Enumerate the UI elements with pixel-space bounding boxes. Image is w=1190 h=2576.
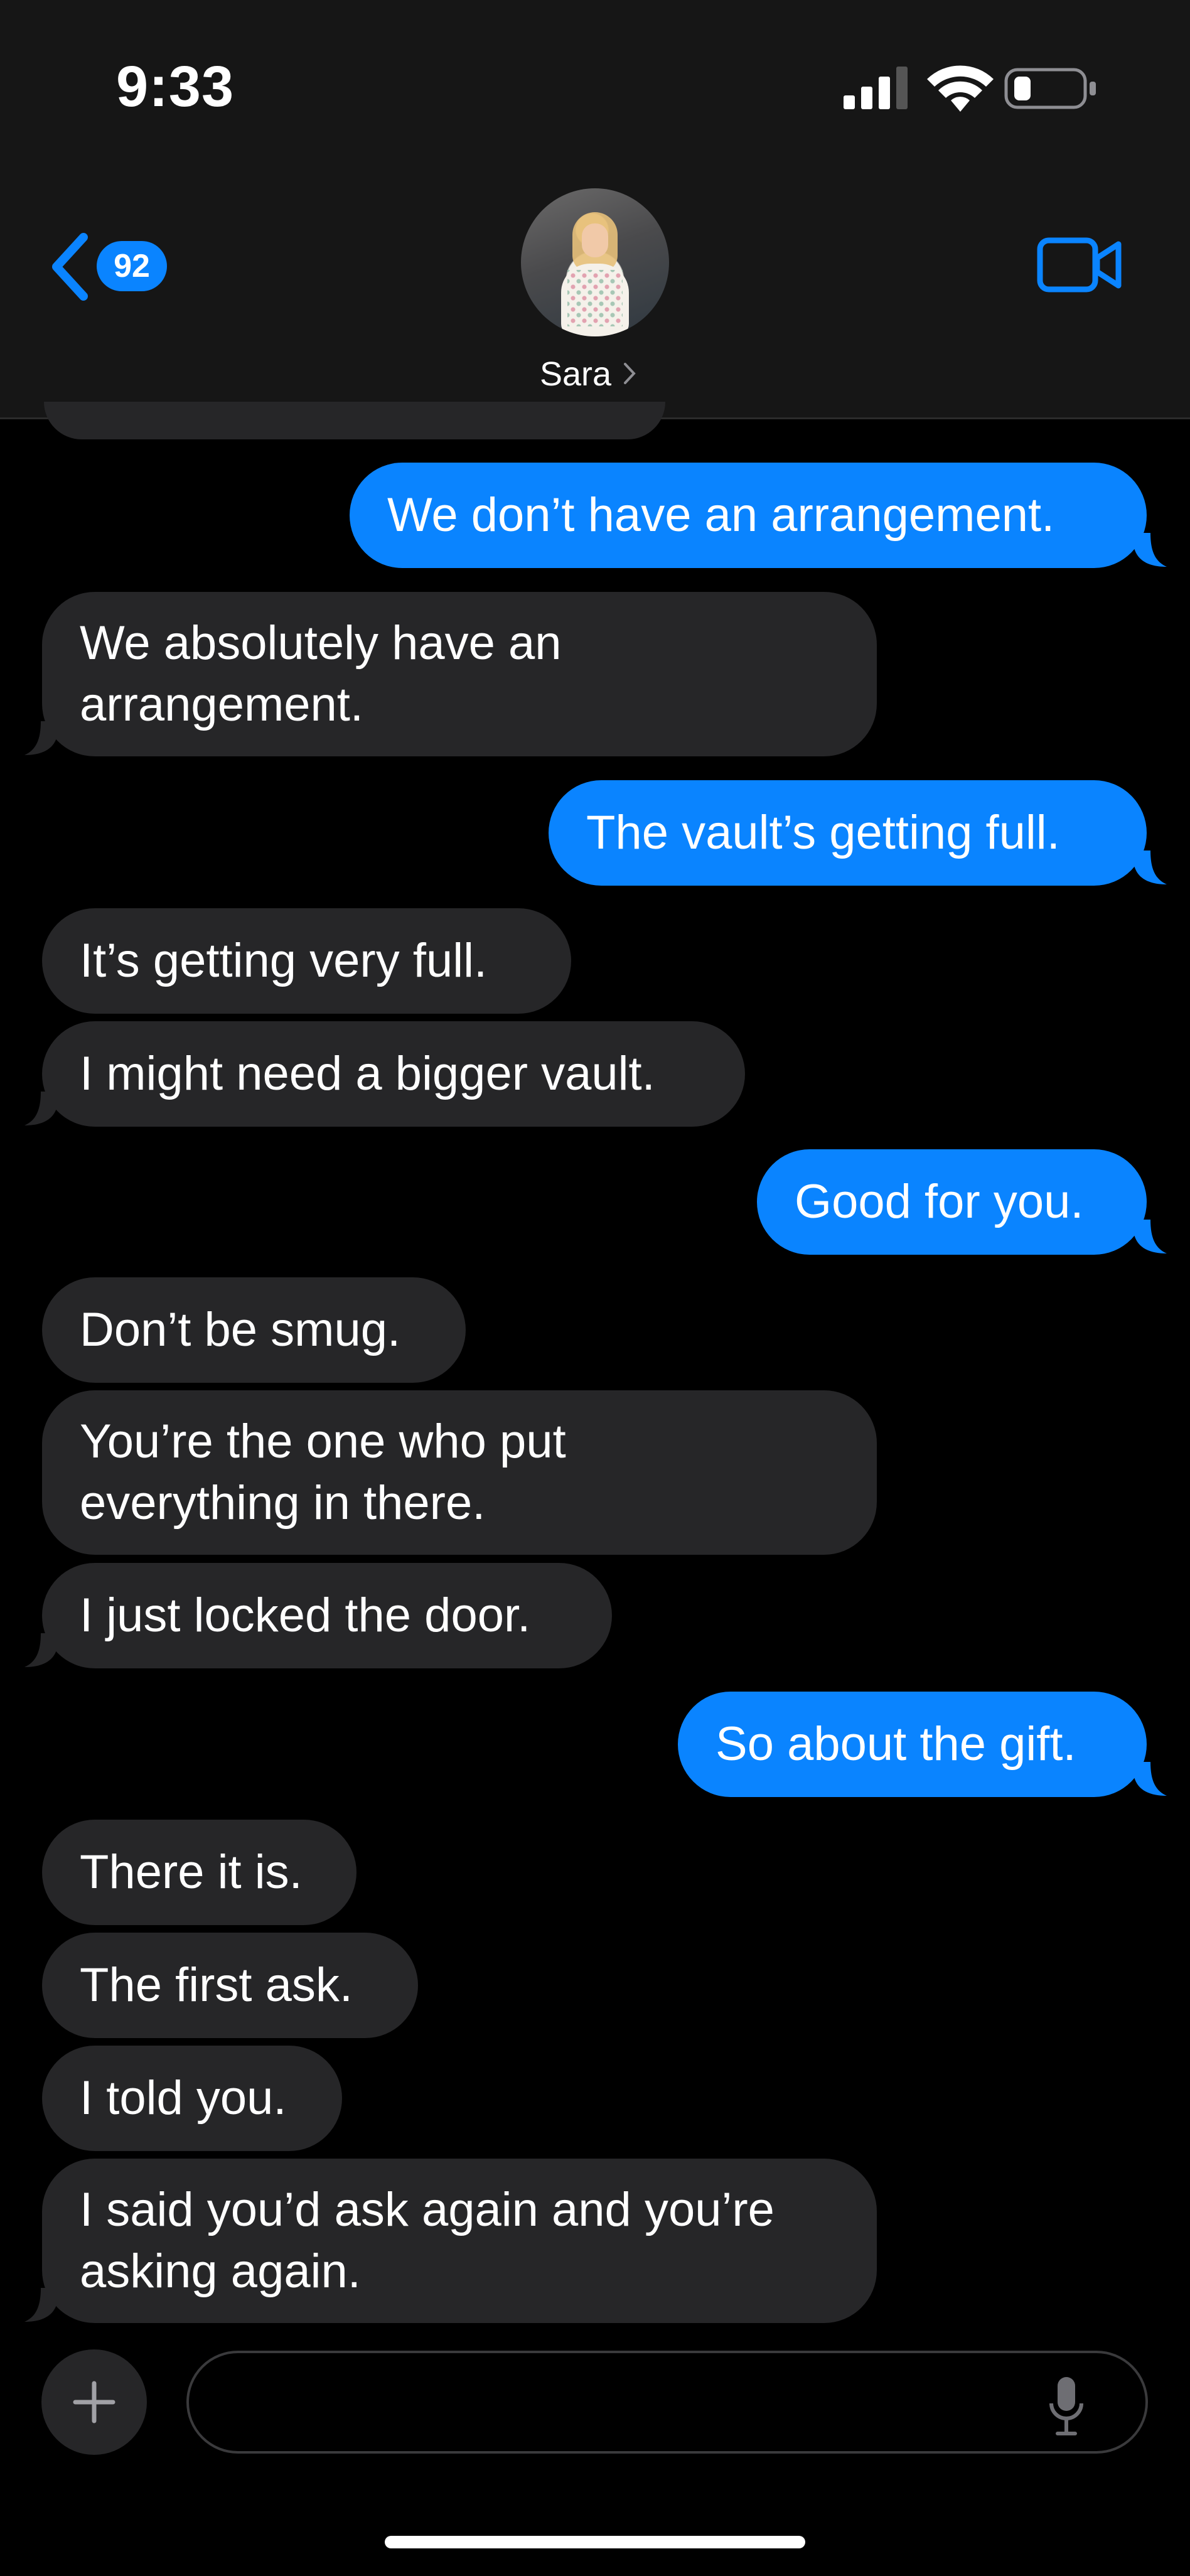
message-line: I told you.	[80, 2071, 287, 2125]
message-text: I might need a bigger vault.	[80, 1043, 655, 1105]
cellular-signal-icon	[844, 67, 908, 109]
message-line: arrangement.	[80, 678, 364, 731]
message-line: There it is.	[80, 1845, 303, 1899]
message-input[interactable]	[186, 2351, 1148, 2454]
incoming-message-bubble[interactable]: It’s getting very full.	[42, 908, 571, 1014]
message-text: Don’t be smug.	[80, 1299, 400, 1361]
message-line: asking again.	[80, 2245, 361, 2298]
bubble-tail	[1134, 1220, 1167, 1253]
unread-count-badge: 92	[97, 241, 167, 291]
bubble-tail	[24, 1633, 57, 1667]
battery-icon	[1004, 68, 1096, 109]
incoming-message-bubble[interactable]: Don’t be smug.	[42, 1277, 466, 1383]
plus-icon	[73, 2381, 115, 2423]
back-chevron-icon	[52, 233, 88, 301]
message-line: It’s getting very full.	[80, 934, 488, 987]
add-attachment-button[interactable]	[41, 2349, 147, 2455]
message-line: I said you’d ask again and you’re	[80, 2183, 775, 2236]
message-line: So about the gift.	[716, 1717, 1076, 1771]
message-text: So about the gift.	[716, 1714, 1076, 1775]
message-line: I might need a bigger vault.	[80, 1047, 655, 1100]
message-line: I just locked the door.	[80, 1589, 531, 1642]
status-icons	[835, 63, 1098, 113]
bubble-tail	[1134, 1762, 1167, 1796]
wifi-icon	[927, 65, 994, 112]
incoming-message-bubble[interactable]: I said you’d ask again and you’re asking …	[42, 2159, 877, 2323]
message-text: It’s getting very full.	[80, 930, 487, 992]
message-line: Don’t be smug.	[80, 1303, 401, 1356]
incoming-message-bubble[interactable]: We absolutely have an arrangement.	[42, 592, 877, 756]
video-camera-icon[interactable]	[1037, 235, 1122, 294]
message-line: Good for you.	[795, 1175, 1084, 1228]
incoming-message-bubble[interactable]: The first ask.	[42, 1933, 418, 2038]
incoming-message-bubble[interactable]: I told you.	[42, 2046, 342, 2151]
message-line: You’re the one who put	[80, 1415, 566, 1468]
contact-name[interactable]: Sara	[540, 355, 611, 394]
bubble-tail	[24, 1092, 57, 1125]
message-text: I said you’d ask again and you’re asking …	[80, 2179, 775, 2302]
message-line: We absolutely have an	[80, 616, 562, 670]
bubble-tail	[1134, 533, 1167, 567]
incoming-message-bubble[interactable]: I might need a bigger vault.	[42, 1021, 745, 1127]
bubble-tail	[1134, 851, 1167, 884]
bubble-tail	[24, 721, 57, 755]
outgoing-message-bubble[interactable]: The vault’s getting full.	[549, 780, 1147, 886]
back-button[interactable]: 92	[49, 232, 174, 301]
message-text: We don’t have an arrangement.	[387, 485, 1054, 546]
chevron-right-icon[interactable]	[623, 359, 638, 388]
message-text: I just locked the door.	[80, 1585, 530, 1646]
message-text: There it is.	[80, 1842, 303, 1903]
message-line: The first ask.	[80, 1958, 353, 2012]
message-text: We absolutely have an arrangement.	[80, 613, 562, 736]
conversation-header: 9:33 92 Sara	[0, 0, 1190, 419]
contact-avatar[interactable]	[521, 188, 669, 336]
message-text: I told you.	[80, 2068, 287, 2129]
home-indicator	[385, 2536, 805, 2548]
outgoing-message-bubble[interactable]: Good for you.	[757, 1149, 1147, 1255]
message-text: The vault’s getting full.	[586, 802, 1060, 864]
message-text: Good for you.	[795, 1171, 1084, 1233]
partial-message-bubble	[44, 402, 665, 439]
outgoing-message-bubble[interactable]: So about the gift.	[678, 1692, 1147, 1797]
message-line: everything in there.	[80, 1476, 486, 1530]
bubble-tail	[24, 2288, 57, 2322]
message-line: We don’t have an arrangement.	[387, 488, 1055, 542]
message-text: You’re the one who put everything in ther…	[80, 1411, 566, 1534]
status-time: 9:33	[116, 55, 235, 119]
microphone-icon[interactable]	[1048, 2376, 1085, 2436]
message-line: The vault’s getting full.	[586, 806, 1060, 859]
message-text: The first ask.	[80, 1955, 353, 2016]
incoming-message-bubble[interactable]: You’re the one who put everything in ther…	[42, 1390, 877, 1555]
outgoing-message-bubble[interactable]: We don’t have an arrangement.	[350, 463, 1147, 568]
incoming-message-bubble[interactable]: I just locked the door.	[42, 1563, 612, 1668]
incoming-message-bubble[interactable]: There it is.	[42, 1820, 356, 1925]
